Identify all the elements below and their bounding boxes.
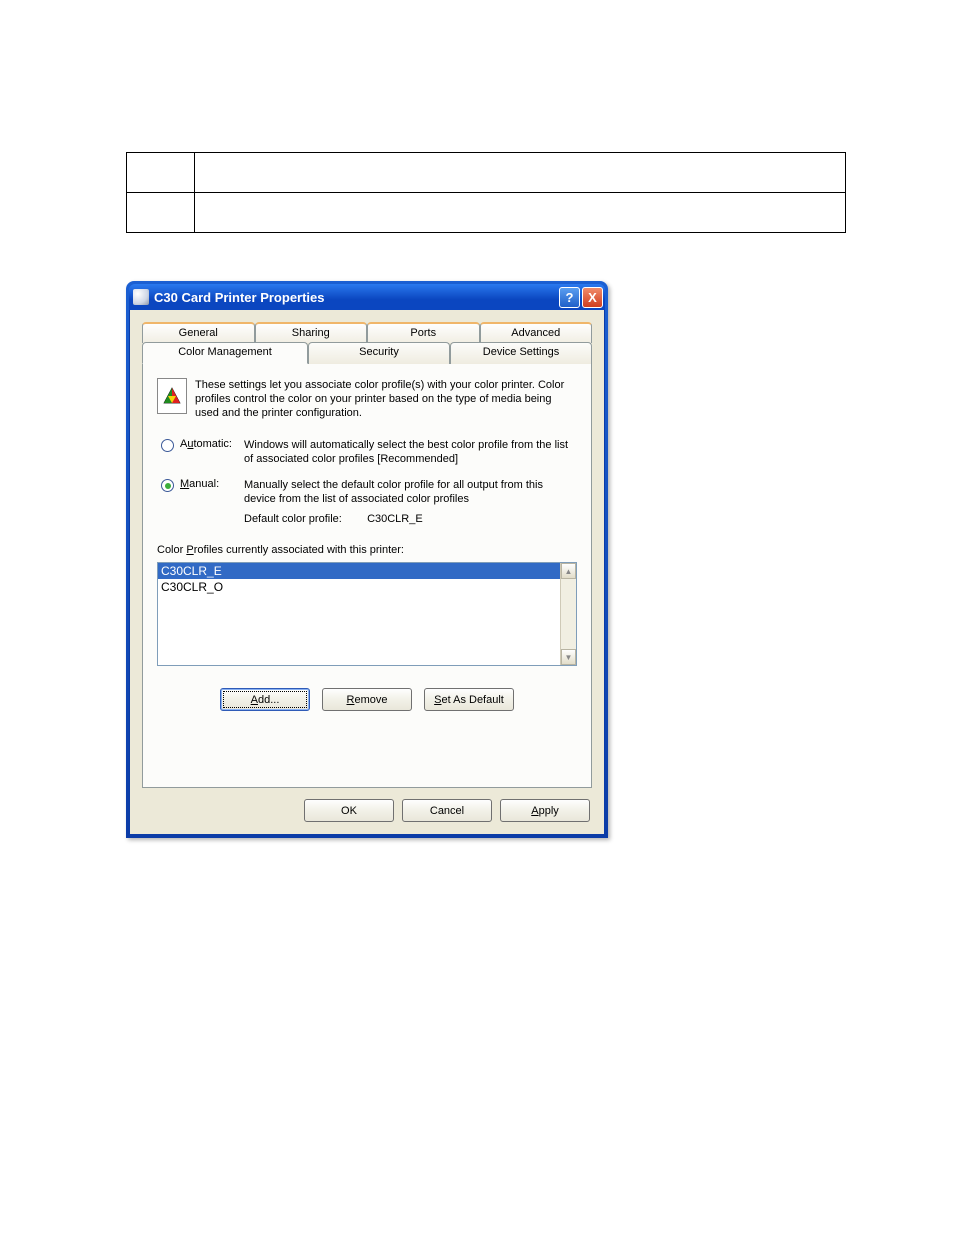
scrollbar[interactable]: ▲ ▼ <box>560 563 576 665</box>
radio-manual-desc: Manually select the default color profil… <box>244 478 577 530</box>
color-profile-icon <box>157 378 187 414</box>
radio-automatic-desc: Windows will automatically select the be… <box>244 438 577 466</box>
tab-ports[interactable]: Ports <box>367 322 480 343</box>
window-title: C30 Card Printer Properties <box>154 290 559 305</box>
profiles-listbox[interactable]: C30CLR_E C30CLR_O ▲ ▼ <box>157 562 577 666</box>
ok-button[interactable]: OK <box>304 799 394 822</box>
radio-manual[interactable] <box>161 479 174 492</box>
tab-device-settings[interactable]: Device Settings <box>450 342 592 364</box>
add-button[interactable]: Add... <box>220 688 310 711</box>
radio-automatic[interactable] <box>161 439 174 452</box>
panel-description: These settings let you associate color p… <box>195 378 577 420</box>
scroll-down-button[interactable]: ▼ <box>561 649 576 665</box>
printer-icon <box>133 289 149 305</box>
cancel-button[interactable]: Cancel <box>402 799 492 822</box>
tab-security[interactable]: Security <box>308 342 450 364</box>
profiles-list-label: Color Profiles currently associated with… <box>157 544 577 556</box>
radio-automatic-label: Automatic: <box>180 438 238 450</box>
default-profile-label: Default color profile: <box>244 512 364 526</box>
tab-general[interactable]: General <box>142 322 255 343</box>
radio-manual-label: Manual: <box>180 478 238 490</box>
tab-color-management[interactable]: Color Management <box>142 342 308 364</box>
default-profile-value: C30CLR_E <box>367 513 423 525</box>
scroll-up-button[interactable]: ▲ <box>561 563 576 579</box>
list-item[interactable]: C30CLR_O <box>158 579 560 595</box>
remove-button[interactable]: Remove <box>322 688 412 711</box>
color-management-panel: These settings let you associate color p… <box>142 363 592 788</box>
tab-sharing[interactable]: Sharing <box>255 322 368 343</box>
dialog-window: C30 Card Printer Properties ? X General … <box>126 281 608 838</box>
titlebar[interactable]: C30 Card Printer Properties ? X <box>129 284 605 310</box>
doc-table <box>126 152 846 233</box>
tab-advanced[interactable]: Advanced <box>480 322 593 343</box>
list-item[interactable]: C30CLR_E <box>158 563 560 579</box>
apply-button[interactable]: Apply <box>500 799 590 822</box>
help-button[interactable]: ? <box>559 287 580 308</box>
close-button[interactable]: X <box>582 287 603 308</box>
set-default-button[interactable]: Set As Default <box>424 688 514 711</box>
